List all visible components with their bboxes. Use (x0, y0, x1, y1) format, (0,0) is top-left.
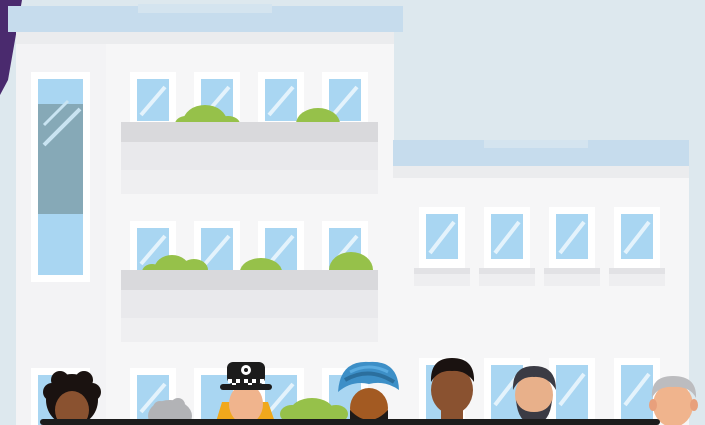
window (549, 207, 595, 269)
window (130, 72, 176, 126)
window (419, 207, 465, 269)
small-building-roof-cap (484, 140, 588, 148)
window (258, 72, 304, 126)
window (614, 207, 660, 269)
city-street-illustration (0, 0, 698, 425)
small-building-fascia (393, 166, 689, 178)
large-building (8, 4, 403, 425)
window (484, 207, 530, 269)
large-building-fascia (16, 32, 394, 44)
window (549, 358, 595, 425)
tall-window (31, 72, 90, 282)
planter-icon (121, 252, 378, 342)
ground-strip (40, 419, 660, 425)
large-building-roof-cap (138, 4, 272, 13)
